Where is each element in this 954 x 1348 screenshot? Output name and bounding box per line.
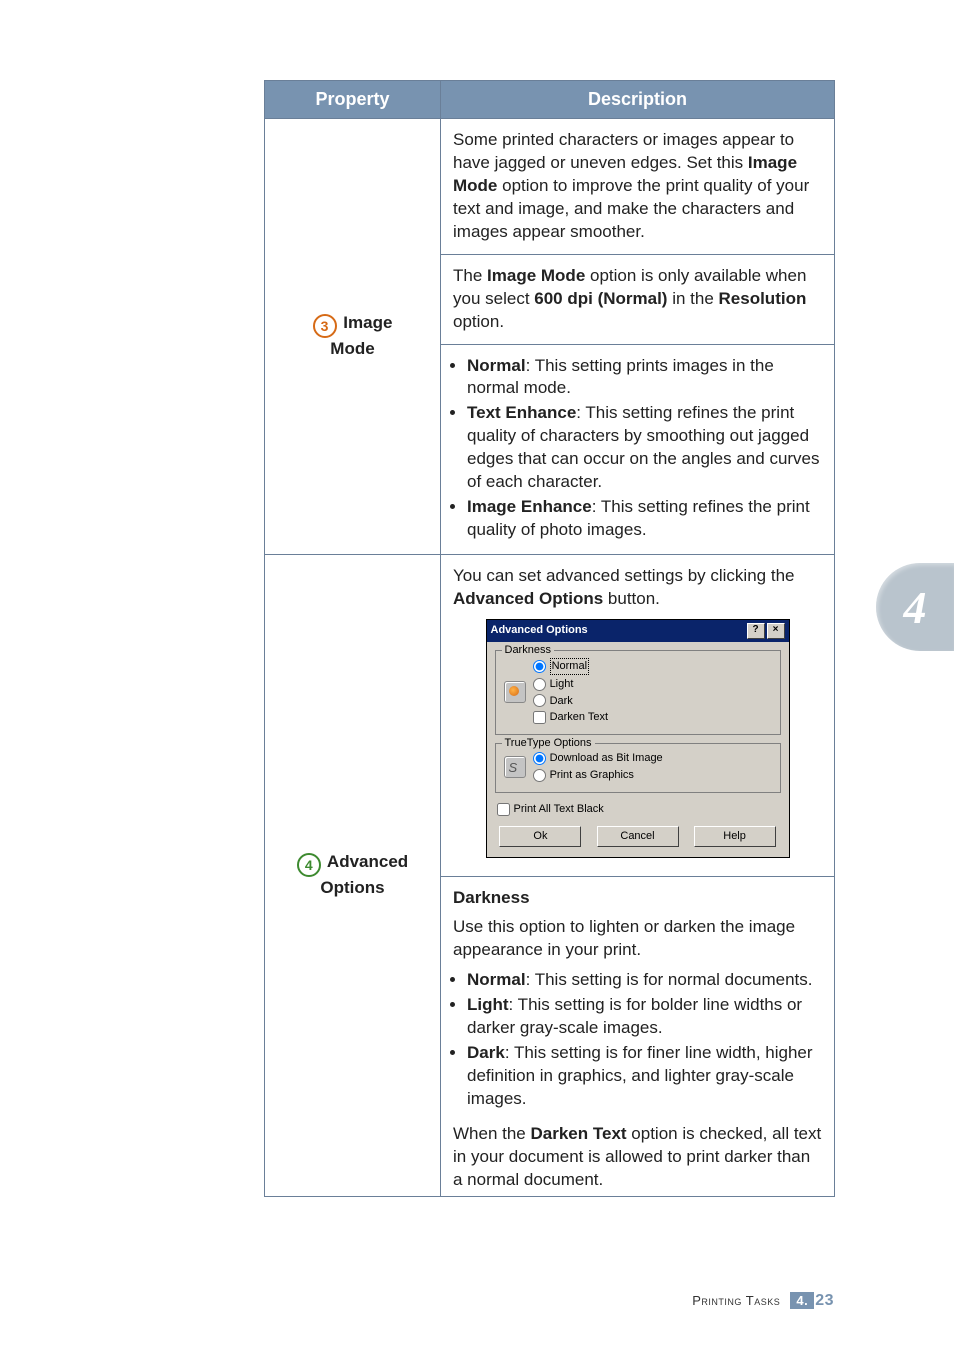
help-button[interactable]: Help <box>694 826 776 847</box>
image-mode-desc-1: Some printed characters or images appear… <box>441 119 834 255</box>
list-item: Normal: This setting is for normal docum… <box>467 969 822 994</box>
chapter-tab: 4 <box>876 563 954 651</box>
list-item: Normal: This setting prints images in th… <box>467 355 822 403</box>
prop-options: Options <box>320 878 384 897</box>
ok-button[interactable]: Ok <box>499 826 581 847</box>
truetype-fieldset: TrueType Options Download as Bit Image P… <box>495 743 781 793</box>
page-footer: Printing Tasks 4.23 <box>0 1292 834 1310</box>
badge-3-icon: 3 <box>313 314 337 338</box>
darkness-list: Normal: This setting is for normal docum… <box>453 969 822 1113</box>
darkness-normal-radio[interactable] <box>533 660 546 673</box>
sun-icon <box>504 681 526 703</box>
advanced-intro: You can set advanced settings by clickin… <box>453 565 822 611</box>
darkness-dark-radio[interactable] <box>533 694 546 707</box>
table-row: 3 Image Mode Some printed characters or … <box>265 119 835 555</box>
tt-bitimage-radio[interactable] <box>533 752 546 765</box>
prop-mode: Mode <box>330 339 374 358</box>
properties-table: Property Description 3 Image Mode Some p… <box>264 80 835 1197</box>
truetype-icon <box>504 756 526 778</box>
darkness-fieldset: Darkness Normal Light Dark Darken Text <box>495 650 781 735</box>
close-icon[interactable]: × <box>767 623 785 639</box>
tt-graphics-radio[interactable] <box>533 769 546 782</box>
advanced-options-dialog: Advanced Options ? × Darkness <box>486 619 790 858</box>
dialog-title: Advanced Options <box>491 623 588 638</box>
image-mode-list: Normal: This setting prints images in th… <box>453 355 822 545</box>
footer-chapter: 4. <box>790 1292 814 1309</box>
header-property: Property <box>265 81 441 119</box>
print-all-black-checkbox[interactable] <box>497 803 510 816</box>
cancel-button[interactable]: Cancel <box>597 826 679 847</box>
list-item: Text Enhance: This setting refines the p… <box>467 402 822 496</box>
darkness-legend: Darkness <box>502 643 554 658</box>
badge-4-icon: 4 <box>297 853 321 877</box>
header-description: Description <box>441 81 835 119</box>
darkness-desc: Use this option to lighten or darken the… <box>453 916 822 962</box>
list-item: Dark: This setting is for finer line wid… <box>467 1042 822 1113</box>
footer-page: 23 <box>815 1292 834 1309</box>
darkness-heading: Darkness <box>453 887 822 910</box>
darken-text-checkbox[interactable] <box>533 711 546 724</box>
list-item: Image Enhance: This setting refines the … <box>467 496 822 544</box>
list-item: Light: This setting is for bolder line w… <box>467 994 822 1042</box>
darkness-light-radio[interactable] <box>533 678 546 691</box>
image-mode-desc-2: The Image Mode option is only available … <box>441 255 834 345</box>
truetype-legend: TrueType Options <box>502 736 595 751</box>
prop-advanced: Advanced <box>327 852 408 871</box>
prop-image: Image <box>343 313 392 332</box>
image-mode-desc-3: Normal: This setting prints images in th… <box>441 345 834 555</box>
table-row: 4 Advanced Options You can set advanced … <box>265 555 835 1197</box>
footer-section: Printing Tasks <box>692 1293 780 1308</box>
darken-text-desc: When the Darken Text option is checked, … <box>453 1123 822 1192</box>
help-icon[interactable]: ? <box>747 623 765 639</box>
